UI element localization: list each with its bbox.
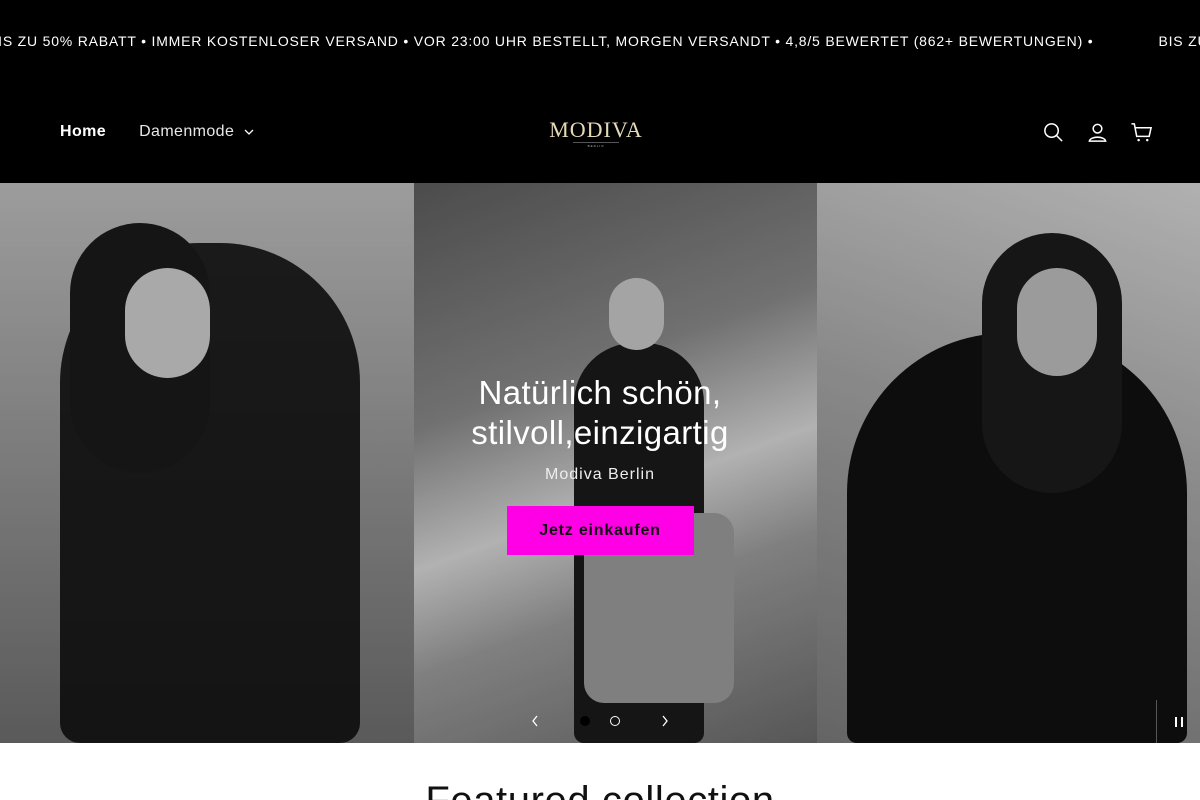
previous-slide-button[interactable]	[523, 711, 547, 731]
chevron-left-icon	[532, 715, 538, 727]
pause-slideshow-button[interactable]	[1156, 700, 1200, 743]
slide-dot-1[interactable]	[580, 716, 590, 726]
account-icon[interactable]	[1086, 121, 1109, 144]
announcement-track: BIS ZU 50% RABATT • IMMER KOSTENLOSER VE…	[0, 33, 1200, 49]
featured-collection-section: Featured collection	[0, 743, 1200, 800]
nav-damenmode-dropdown[interactable]: Damenmode	[139, 123, 254, 141]
cart-icon[interactable]	[1130, 121, 1153, 144]
pause-icon	[1174, 716, 1183, 727]
site-header: Home Damenmode MODIVA BERLIN	[0, 82, 1200, 183]
slide-dots	[580, 716, 620, 726]
hero-heading: Natürlich schön, stilvoll,einzigartig	[400, 373, 800, 453]
hero-content: Natürlich schön, stilvoll,einzigartig Mo…	[400, 373, 800, 555]
logo-wordmark: MODIVA	[549, 117, 643, 142]
hero-subtitle: Modiva Berlin	[545, 466, 655, 483]
chevron-right-icon	[662, 715, 668, 727]
nav-damenmode-label: Damenmode	[139, 123, 235, 140]
announcement-bar: BIS ZU 50% RABATT • IMMER KOSTENLOSER VE…	[0, 0, 1200, 82]
main-nav: Home Damenmode	[60, 123, 254, 141]
brand-logo[interactable]: MODIVA BERLIN	[546, 117, 646, 149]
nav-home-link[interactable]: Home	[60, 123, 106, 141]
chevron-down-icon	[244, 129, 254, 135]
next-slide-button[interactable]	[653, 711, 677, 731]
announcement-text: BIS ZU 50% RABATT • IMMER KOSTENLOSER VE…	[0, 33, 1094, 49]
hero-heading-line2: stilvoll,einzigartig	[471, 414, 729, 451]
search-icon[interactable]	[1042, 121, 1065, 144]
hero-slideshow: Natürlich schön, stilvoll,einzigartig Mo…	[0, 183, 1200, 743]
hero-heading-line1: Natürlich schön,	[478, 374, 722, 411]
slide-dot-2[interactable]	[610, 716, 620, 726]
shop-now-button[interactable]: Jetz einkaufen	[506, 506, 694, 555]
logo-subtext: BERLIN	[573, 142, 619, 148]
announcement-text: BIS ZU 50% RABATT • IMMER KOSTENLOSER VE…	[1158, 33, 1200, 49]
featured-collection-title: Featured collection	[0, 779, 1200, 800]
header-icons	[1042, 121, 1153, 144]
slideshow-controls	[523, 710, 677, 732]
